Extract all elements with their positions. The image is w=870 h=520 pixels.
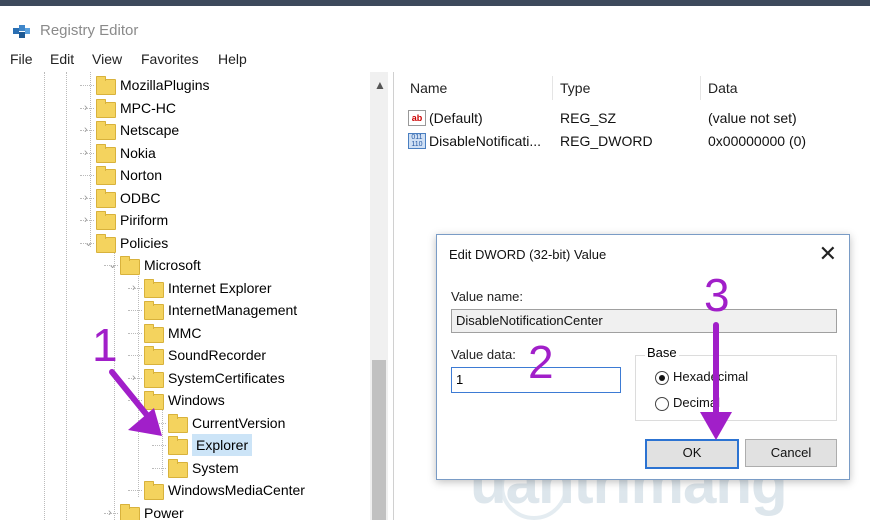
arrow-3-head <box>700 412 732 440</box>
annotation-arrows <box>109 322 732 440</box>
